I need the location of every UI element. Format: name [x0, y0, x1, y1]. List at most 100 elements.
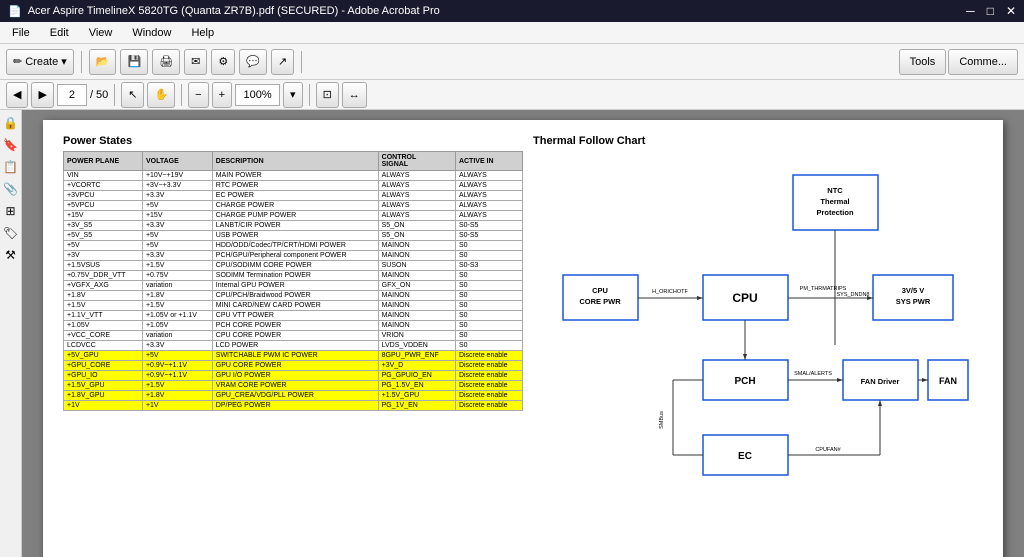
comment-button[interactable]: 💬 — [239, 49, 267, 75]
menu-file[interactable]: File — [4, 25, 38, 41]
table-cell-7-2: HDD/ODD/Codec/TP/CRT/HDMI POWER — [212, 241, 378, 251]
menu-view[interactable]: View — [81, 25, 121, 41]
table-cell-10-4: S0 — [455, 271, 522, 281]
table-cell-2-4: ALWAYS — [455, 191, 522, 201]
table-cell-3-2: CHARGE POWER — [212, 201, 378, 211]
svg-text:3V/5 V: 3V/5 V — [902, 286, 925, 295]
create-icon: ✏ — [13, 55, 22, 68]
table-cell-23-1: +1V — [142, 401, 212, 411]
table-row: +VGFX_AXGvariationInternal GPU POWERGFX_… — [64, 281, 523, 291]
next-page-button[interactable]: ▶ — [31, 82, 53, 108]
fit-width-button[interactable]: ↔ — [342, 82, 367, 108]
minimize-btn[interactable]: ─ — [966, 4, 975, 18]
table-cell-22-3: +1.5V_GPU — [378, 391, 455, 401]
col-plane: POWER PLANE — [64, 152, 143, 171]
zoom-out-button[interactable]: − — [188, 82, 208, 108]
hand-tool-button[interactable]: ✋ — [147, 82, 175, 108]
comments-button[interactable]: Comme... — [948, 49, 1018, 75]
layers-icon[interactable]: ⊞ — [2, 202, 20, 220]
table-cell-16-0: +VCC_CORE — [64, 331, 143, 341]
svg-text:H_ORICHOTF: H_ORICHOTF — [652, 289, 688, 295]
pages-icon[interactable]: 📋 — [2, 158, 20, 176]
document-area[interactable]: Power States POWER PLANE VOLTAGE DESCRIP… — [22, 110, 1024, 557]
col-voltage: VOLTAGE — [142, 152, 212, 171]
nav-panel-icon[interactable]: 🔒 — [2, 114, 20, 132]
table-cell-10-2: SODIMM Termination POWER — [212, 271, 378, 281]
zoom-input[interactable] — [235, 84, 280, 106]
svg-text:SYS_DNDN8: SYS_DNDN8 — [836, 292, 869, 298]
select-tool-button[interactable]: ↖ — [121, 82, 144, 108]
table-cell-22-0: +1.8V_GPU — [64, 391, 143, 401]
table-row: +1V+1VDP/PEG POWERPG_1V_ENDiscrete enabl… — [64, 401, 523, 411]
share-icon: ↗ — [278, 55, 287, 68]
page-number-input[interactable] — [57, 84, 87, 106]
table-cell-5-3: S5_ON — [378, 221, 455, 231]
titlebar-controls[interactable]: ─ □ ✕ — [966, 4, 1016, 18]
svg-text:NTC: NTC — [827, 186, 843, 195]
table-cell-2-0: +3VPCU — [64, 191, 143, 201]
attachments-icon[interactable]: 📎 — [2, 180, 20, 198]
settings-button[interactable]: ⚙ — [211, 49, 235, 75]
close-btn[interactable]: ✕ — [1006, 4, 1016, 18]
table-cell-9-3: SUSON — [378, 261, 455, 271]
table-cell-12-3: MAINON — [378, 291, 455, 301]
table-row: +VCC_COREvariationCPU CORE POWERVRIONS0 — [64, 331, 523, 341]
table-cell-12-1: +1.8V — [142, 291, 212, 301]
table-cell-12-0: +1.8V — [64, 291, 143, 301]
tools-panel-icon[interactable]: ⚒ — [2, 246, 20, 264]
table-cell-21-2: VRAM CORE POWER — [212, 381, 378, 391]
share-button[interactable]: ↗ — [271, 49, 294, 75]
print-icon: 🖨 — [159, 55, 173, 68]
table-cell-0-0: VIN — [64, 171, 143, 181]
create-label: Create — [25, 56, 58, 68]
table-row: +15V+15VCHARGE PUMP POWERALWAYSALWAYS — [64, 211, 523, 221]
menu-help[interactable]: Help — [183, 25, 222, 41]
table-cell-22-1: +1.8V — [142, 391, 212, 401]
cursor-icon: ↖ — [128, 88, 137, 101]
sep5 — [309, 84, 310, 106]
table-cell-8-3: MAINON — [378, 251, 455, 261]
prev-page-button[interactable]: ◀ — [6, 82, 28, 108]
table-cell-4-2: CHARGE PUMP POWER — [212, 211, 378, 221]
thermal-chart-section: Thermal Follow Chart NTC Thermal Protect… — [533, 135, 993, 498]
table-cell-16-1: variation — [142, 331, 212, 341]
zoom-in-icon: + — [219, 89, 225, 101]
svg-text:SYS PWR: SYS PWR — [896, 297, 931, 306]
table-row: +5V_GPU+5VSWITCHABLE PWM IC POWER8GPU_PW… — [64, 351, 523, 361]
table-cell-1-4: ALWAYS — [455, 181, 522, 191]
col-signal: CONTROLSIGNAL — [378, 152, 455, 171]
table-row: +5VPCU+5VCHARGE POWERALWAYSALWAYS — [64, 201, 523, 211]
print-button[interactable]: 🖨 — [152, 49, 180, 75]
table-row: +1.1V_VTT+1.05V or +1.1VCPU VTT POWERMAI… — [64, 311, 523, 321]
zoom-in-button[interactable]: + — [212, 82, 232, 108]
menu-window[interactable]: Window — [124, 25, 179, 41]
table-row: +0.75V_DDR_VTT+0.75VSODIMM Termination P… — [64, 271, 523, 281]
save-button[interactable]: 💾 — [120, 49, 148, 75]
table-cell-9-1: +1.5V — [142, 261, 212, 271]
svg-text:FAN Driver: FAN Driver — [861, 377, 900, 386]
table-row: LCDVCC+3.3VLCD POWERLVDS_VDDENS0 — [64, 341, 523, 351]
tags-icon[interactable]: 🏷 — [2, 224, 20, 242]
table-cell-16-2: CPU CORE POWER — [212, 331, 378, 341]
menu-edit[interactable]: Edit — [42, 25, 77, 41]
maximize-btn[interactable]: □ — [987, 4, 994, 18]
main-toolbar: ✏ Create ▾ 📂 💾 🖨 ✉ ⚙ 💬 ↗ Tools Comme... — [0, 44, 1024, 80]
email-button[interactable]: ✉ — [184, 49, 207, 75]
fit-page-button[interactable]: ⊡ — [316, 82, 339, 108]
table-cell-6-0: +5V_S5 — [64, 231, 143, 241]
table-cell-23-3: PG_1V_EN — [378, 401, 455, 411]
save-icon: 💾 — [127, 55, 141, 68]
open-button[interactable]: 📂 — [89, 49, 117, 75]
table-cell-19-1: +0.9V~+1.1V — [142, 361, 212, 371]
tools-button[interactable]: Tools — [899, 49, 947, 75]
create-button[interactable]: ✏ Create ▾ — [6, 49, 74, 75]
table-row: +VCORTC+3V~+3.3VRTC POWERALWAYSALWAYS — [64, 181, 523, 191]
bookmarks-icon[interactable]: 🔖 — [2, 136, 20, 154]
zoom-dropdown-button[interactable]: ▾ — [283, 82, 303, 108]
table-cell-18-0: +5V_GPU — [64, 351, 143, 361]
main-area: 🔒 🔖 📋 📎 ⊞ 🏷 ⚒ Power States POWER PLANE V… — [0, 110, 1024, 557]
table-cell-20-4: Discrete enable — [455, 371, 522, 381]
table-cell-18-4: Discrete enable — [455, 351, 522, 361]
block-diagram-svg: NTC Thermal Protection CPU CORE PWR CPU … — [533, 155, 973, 495]
table-cell-1-3: ALWAYS — [378, 181, 455, 191]
